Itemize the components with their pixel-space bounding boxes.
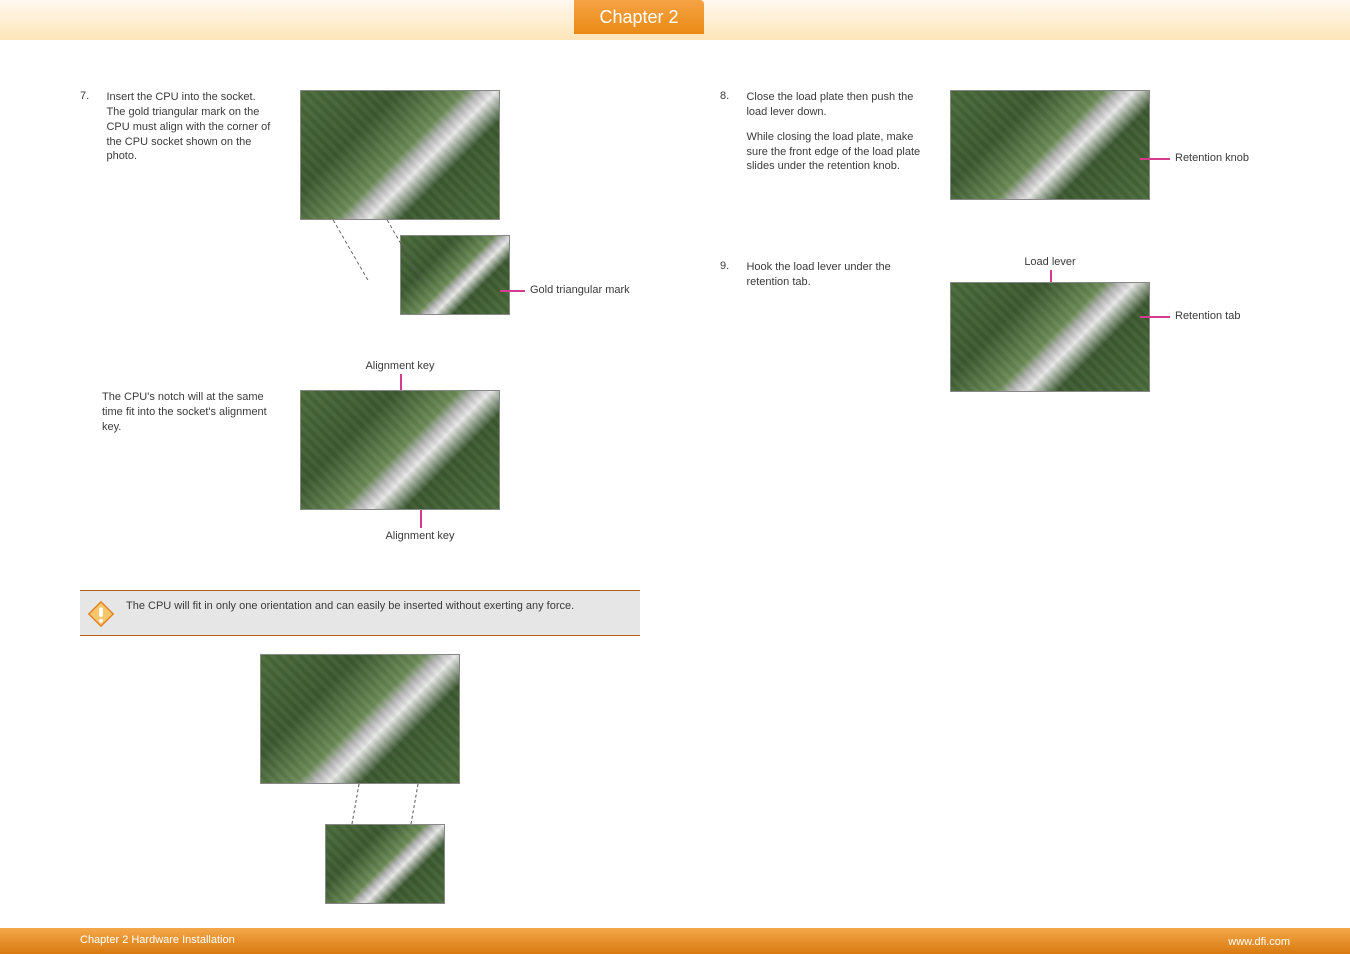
alignment-region: Alignment key The CPU's notch will at th… (80, 360, 640, 560)
step-8-text2: While closing the load plate, make sure … (746, 130, 926, 175)
step-9-photo (950, 282, 1150, 392)
footer-right-text: www.dfi.com (1228, 936, 1290, 948)
important-note: The CPU will fit in only one orientation… (80, 590, 640, 636)
gold-triangular-mark-label: Gold triangular mark (530, 284, 630, 296)
step-7-number: 7. (80, 90, 102, 102)
retention-knob-label: Retention knob (1175, 152, 1249, 164)
step-8-number: 8. (720, 90, 742, 102)
load-lever-label: Load lever (1000, 256, 1100, 268)
spacer (720, 130, 742, 142)
callout-line (1140, 316, 1170, 318)
footer-left-text: Chapter 2 Hardware Installation (80, 934, 235, 946)
step-8-text1: Close the load plate then push the load … (746, 90, 926, 120)
bottom-images-region (80, 654, 640, 914)
chapter-tab: Chapter 2 (574, 0, 704, 34)
callout-line (1140, 158, 1170, 160)
alignment-key-top-label: Alignment key (340, 360, 460, 372)
notch-text: The CPU's notch will at the same time fi… (102, 390, 272, 435)
note-text: The CPU will fit in only one orientation… (126, 600, 574, 612)
step-7-main-photo (300, 90, 500, 220)
retention-tab-label: Retention tab (1175, 310, 1240, 322)
step-7-region: 7. Insert the CPU into the socket. The g… (80, 90, 640, 340)
right-column: 8. Close the load plate then push the lo… (720, 90, 1280, 400)
content-area: 7. Insert the CPU into the socket. The g… (80, 90, 1290, 910)
step-9-region: 9. Hook the load lever under the retenti… (720, 260, 1280, 400)
step-8-region: 8. Close the load plate then push the lo… (720, 90, 1280, 230)
alignment-key-bottom-label: Alignment key (360, 530, 480, 542)
warning-icon (86, 599, 116, 629)
callout-line (420, 510, 422, 528)
alignment-key-photo (300, 390, 500, 510)
step-9-text: Hook the load lever under the retention … (746, 260, 926, 290)
step-8-photo (950, 90, 1150, 200)
footer-bar: Chapter 2 Hardware Installation (0, 928, 1350, 954)
left-column: 7. Insert the CPU into the socket. The g… (80, 90, 640, 914)
zoom-line (351, 784, 418, 824)
step-7-text: Insert the CPU into the socket. The gold… (106, 90, 276, 164)
bottom-main-photo (260, 654, 460, 784)
step-9-number: 9. (720, 260, 742, 272)
callout-line (500, 290, 525, 292)
bottom-detail-photo (325, 824, 445, 904)
